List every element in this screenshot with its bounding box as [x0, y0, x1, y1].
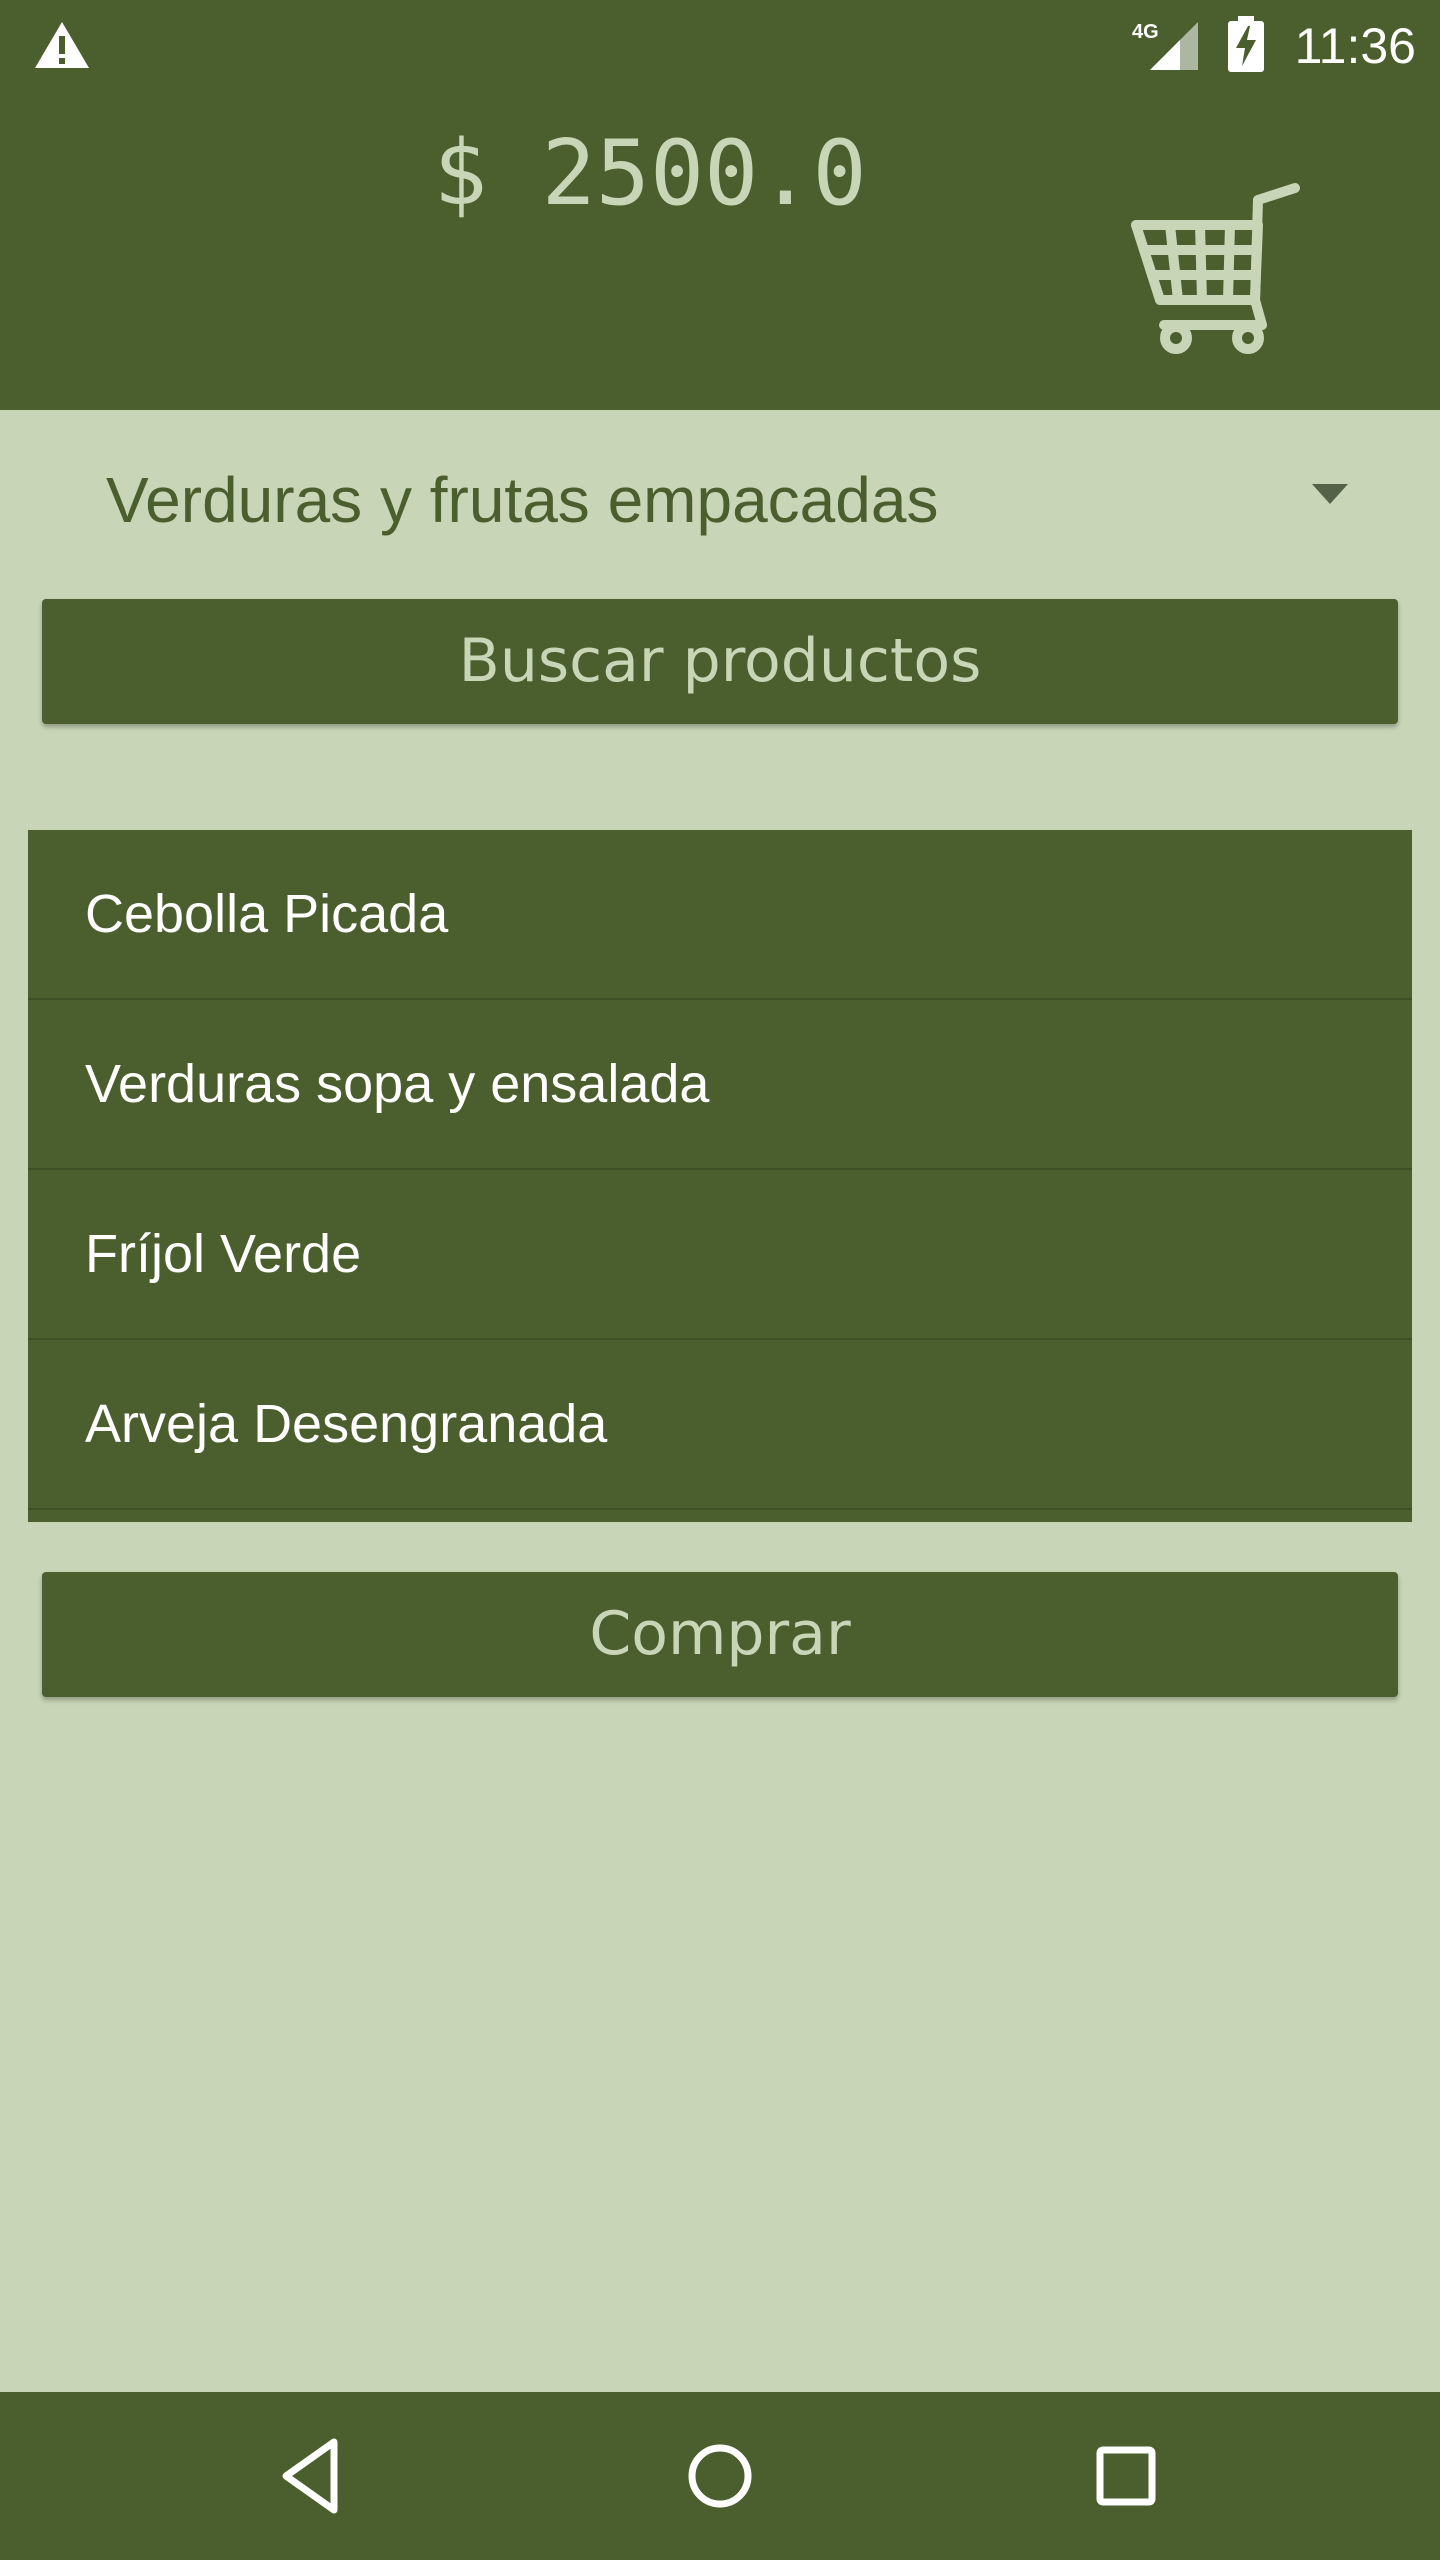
navigation-bar	[0, 2392, 1440, 2560]
back-icon[interactable]	[266, 2428, 362, 2524]
shopping-cart-icon	[1131, 183, 1300, 354]
signal-4g-icon: 4G	[1132, 21, 1198, 70]
search-products-button[interactable]: Buscar productos	[42, 599, 1398, 724]
warning-icon	[35, 22, 89, 68]
category-spinner-value: Verduras y frutas empacadas	[106, 464, 939, 536]
category-spinner[interactable]: Verduras y frutas empacadas	[56, 440, 1366, 560]
product-item[interactable]: Verduras sopa y ensalada	[28, 1000, 1412, 1170]
network-type-label: 4G	[1132, 21, 1159, 43]
cart-button[interactable]	[1130, 180, 1320, 355]
product-list: Cebolla Picada Verduras sopa y ensalada …	[28, 830, 1412, 1522]
product-item[interactable]: Cebolla Picada	[28, 830, 1412, 1000]
product-item[interactable]: Fríjol Verde	[28, 1170, 1412, 1340]
product-item[interactable]: Arveja Desengranada	[28, 1340, 1412, 1510]
recents-icon[interactable]	[1078, 2428, 1174, 2524]
status-bar: 4G 11:36	[0, 0, 1440, 96]
buy-button[interactable]: Comprar	[42, 1572, 1398, 1697]
battery-charging-icon	[1228, 16, 1264, 72]
home-icon[interactable]	[672, 2428, 768, 2524]
dropdown-arrow-icon	[1312, 484, 1348, 504]
balance-amount: $ 2500.0	[433, 121, 867, 226]
status-time: 11:36	[1294, 18, 1416, 74]
